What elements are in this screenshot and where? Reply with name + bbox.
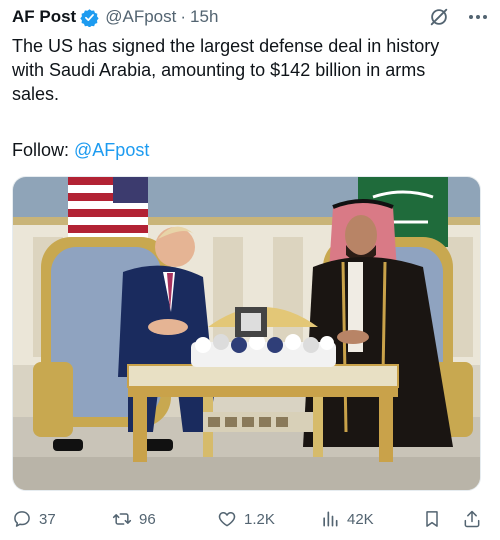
follow-mention-link[interactable]: @AFpost (74, 140, 149, 160)
share-button[interactable] (462, 509, 489, 529)
tweet-photo[interactable] (12, 176, 481, 491)
author-name[interactable]: AF Post (12, 7, 76, 27)
share-icon (464, 510, 480, 528)
repost-count: 96 (139, 510, 156, 528)
repost-button[interactable]: 96 (112, 509, 156, 529)
tweet-text: The US has signed the largest defense de… (12, 36, 440, 104)
tweet-header: AF Post @AFpost · 15h (12, 5, 488, 29)
like-count: 1.2K (244, 510, 275, 528)
photo-illustration (13, 177, 480, 490)
bookmark-button[interactable] (422, 509, 449, 529)
follow-line: Follow: @AFpost (12, 138, 149, 162)
separator-dot: · (180, 7, 187, 26)
views-count: 42K (347, 510, 374, 528)
views-button[interactable]: 42K (320, 509, 374, 529)
reply-button[interactable]: 37 (12, 509, 56, 529)
timestamp[interactable]: 15h (190, 7, 218, 27)
views-icon (323, 511, 338, 527)
author-handle[interactable]: @AFpost (105, 7, 176, 27)
reply-icon (14, 511, 30, 527)
follow-label: Follow: (12, 140, 70, 160)
reply-count: 37 (39, 510, 56, 528)
like-icon (218, 512, 236, 527)
more-icon[interactable] (468, 14, 488, 20)
verified-badge-icon (80, 8, 99, 27)
action-bar: 37 96 1.2K 42K (12, 506, 486, 532)
bookmark-icon (426, 511, 438, 527)
grok-icon[interactable] (428, 6, 450, 28)
repost-icon (112, 513, 132, 525)
like-button[interactable]: 1.2K (217, 509, 275, 529)
